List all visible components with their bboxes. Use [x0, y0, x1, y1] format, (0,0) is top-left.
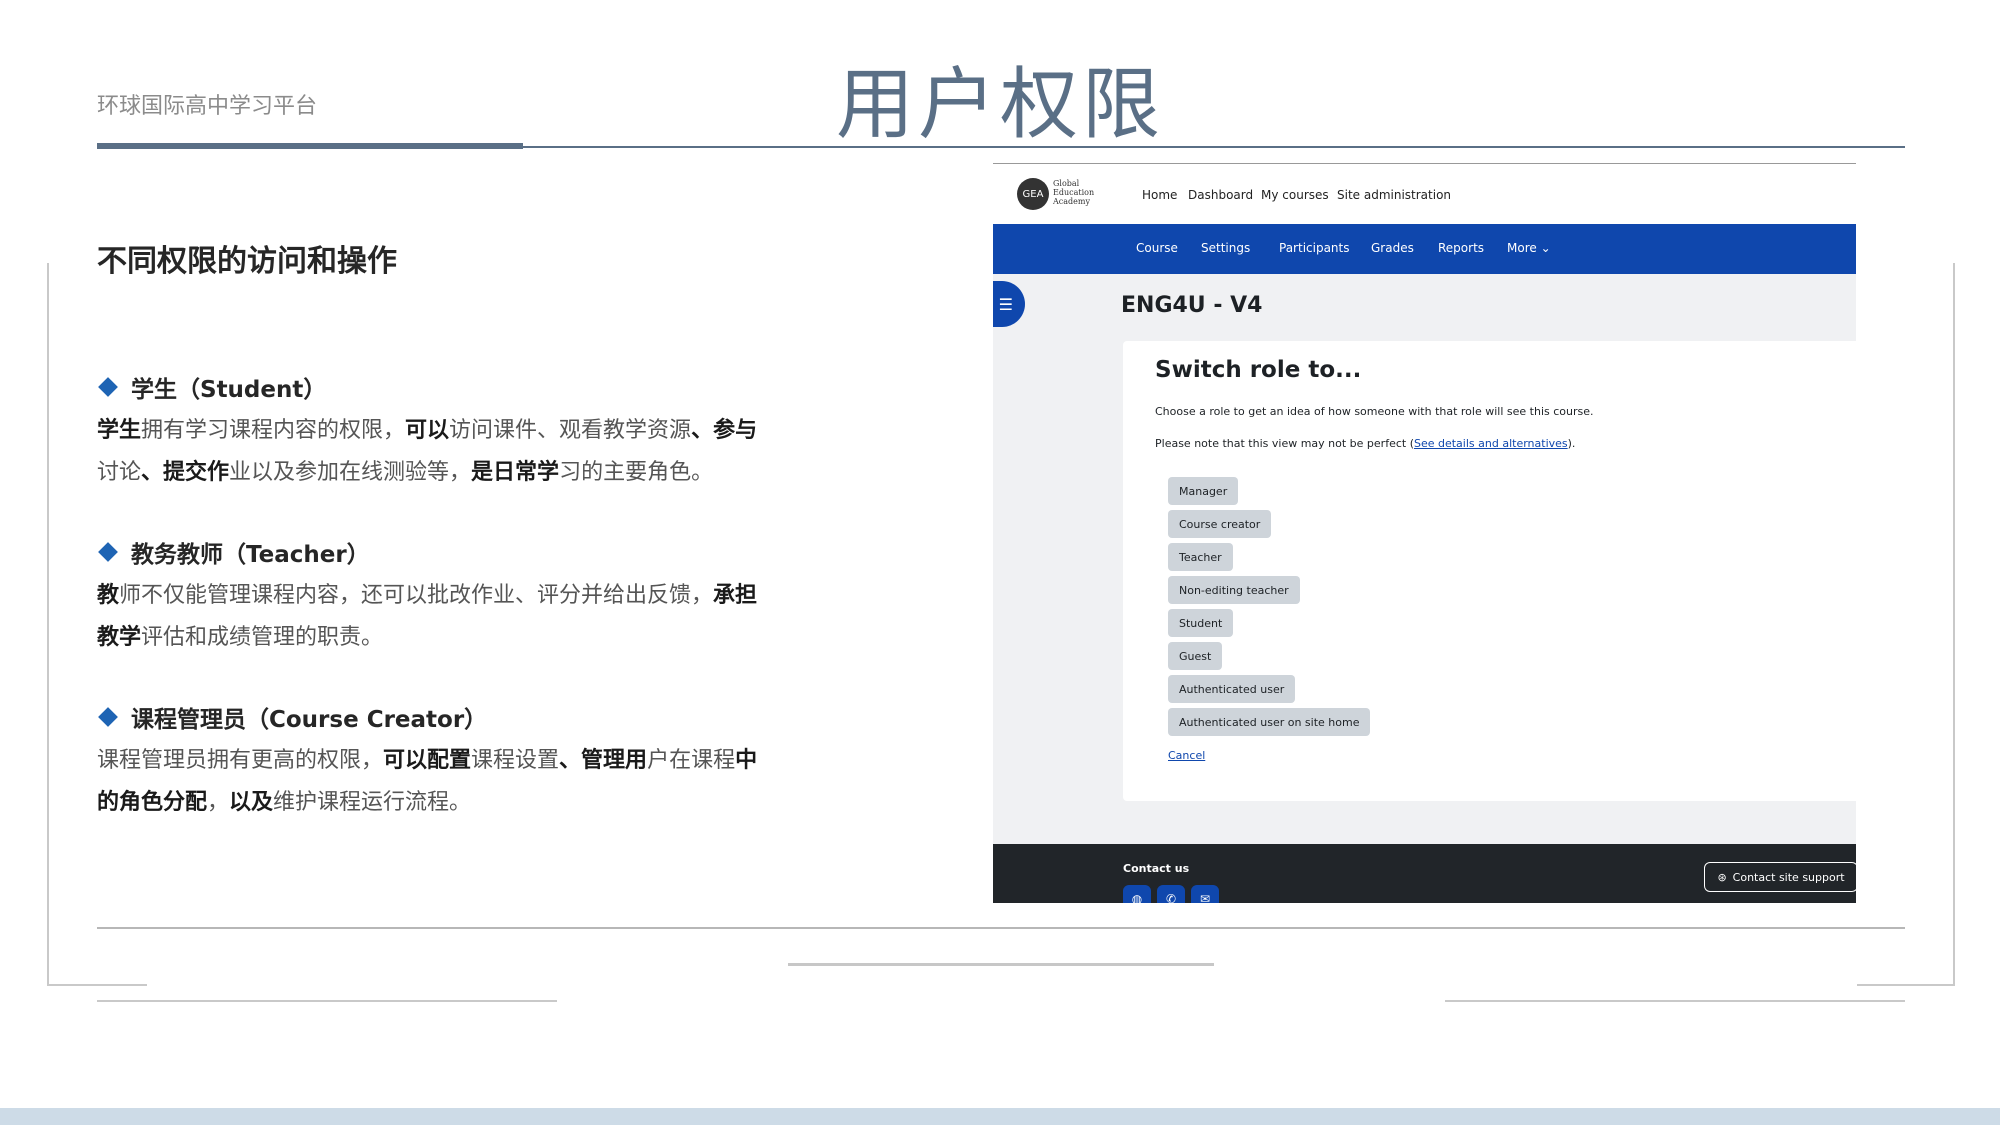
diamond-bullet-icon: [98, 707, 118, 727]
role-button-authenticated-user-site-home[interactable]: Authenticated user on site home: [1168, 708, 1371, 736]
body-text: 课程管理员拥有更高的权限，: [97, 748, 384, 773]
card-note-prefix: Please note that this view may not be pe…: [1155, 437, 1414, 450]
nav-dashboard[interactable]: Dashboard: [1188, 188, 1253, 202]
nav-site-administration[interactable]: Site administration: [1337, 188, 1451, 202]
see-details-link[interactable]: See details and alternatives: [1414, 437, 1568, 450]
body-text: 访问课件、观看教学资源: [449, 418, 692, 443]
diamond-bullet-icon: [98, 377, 118, 397]
body-text: 户在课程: [647, 748, 736, 773]
emphasis-text: 学生: [97, 418, 142, 443]
nav-my-courses[interactable]: My courses: [1261, 188, 1329, 202]
card-title: Switch role to...: [1155, 357, 1362, 383]
card-note: Please note that this view may not be pe…: [1155, 437, 1575, 450]
tab-more-label: More: [1507, 241, 1537, 255]
course-secondary-nav: Course Settings Participants Grades Repo…: [993, 224, 1856, 274]
role-description: 课程管理员拥有更高的权限，可以配置课程设置、管理用户在课程中的角色分配，以及维护…: [97, 740, 777, 824]
contact-us-label: Contact us: [1123, 862, 1190, 875]
role-block-teacher: 教务教师（Teacher） 教师不仅能管理课程内容，还可以批改作业、评分并给出反…: [97, 535, 777, 659]
moodle-screenshot: GEA Global Education Academy Home Dashbo…: [993, 163, 1856, 903]
emphasis-text: 可以: [405, 418, 450, 443]
tab-grades[interactable]: Grades: [1371, 241, 1414, 255]
chevron-down-icon: ⌄: [1540, 241, 1551, 255]
emphasis-text: 是日常学: [471, 460, 560, 485]
top-navbar: GEA Global Education Academy Home Dashbo…: [993, 164, 1856, 223]
body-text: 拥有学习课程内容的权限，: [141, 418, 406, 443]
role-button-authenticated-user[interactable]: Authenticated user: [1168, 675, 1296, 703]
course-title: ENG4U - V4: [1121, 293, 1263, 318]
emphasis-text: 可以配置: [383, 748, 472, 773]
emphasis-text: 、管理用: [559, 748, 648, 773]
emphasis-text: 、提交作: [141, 460, 230, 485]
nav-home[interactable]: Home: [1142, 188, 1177, 202]
frame-left-line: [47, 263, 49, 985]
body-text: 评估和成绩管理的职责。: [141, 625, 384, 650]
bottom-right-divider: [1445, 1000, 1905, 1002]
frame-bottom-right-line: [1857, 984, 1955, 986]
site-footer: Contact us ◍ ✆ ✉ ⊛ Contact site support: [993, 844, 1856, 903]
body-text: 业以及参加在线测验等，: [229, 460, 472, 485]
switch-role-card: Switch role to... Choose a role to get a…: [1123, 341, 1856, 801]
bottom-divider: [97, 927, 1905, 929]
diamond-bullet-icon: [98, 542, 118, 562]
contact-site-support-button[interactable]: ⊛ Contact site support: [1704, 862, 1856, 892]
bottom-band: [0, 1108, 2000, 1125]
center-divider: [788, 963, 1214, 966]
lifebuoy-icon: ⊛: [1717, 870, 1727, 884]
frame-right-line: [1953, 263, 1955, 985]
tab-more[interactable]: More ⌄: [1507, 241, 1551, 255]
role-block-course-creator: 课程管理员（Course Creator） 课程管理员拥有更高的权限，可以配置课…: [97, 700, 777, 824]
role-heading: 教务教师（Teacher）: [131, 542, 370, 568]
academy-logo-text: Global Education Academy: [1053, 179, 1095, 206]
emphasis-text: 、参与: [691, 418, 758, 443]
title-divider-accent: [97, 143, 523, 149]
role-button-manager[interactable]: Manager: [1168, 477, 1239, 505]
role-block-student: 学生（Student） 学生拥有学习课程内容的权限，可以访问课件、观看教学资源、…: [97, 370, 777, 494]
body-text: 维护课程运行流程。: [273, 790, 472, 815]
role-description: 教师不仅能管理课程内容，还可以批改作业、评分并给出反馈，承担教学评估和成绩管理的…: [97, 575, 777, 659]
role-description: 学生拥有学习课程内容的权限，可以访问课件、观看教学资源、参与讨论、提交作业以及参…: [97, 410, 777, 494]
role-heading: 课程管理员（Course Creator）: [131, 707, 488, 733]
mail-icon[interactable]: ✉: [1191, 885, 1219, 903]
role-button-course-creator[interactable]: Course creator: [1168, 510, 1272, 538]
frame-bottom-left-line: [47, 984, 147, 986]
role-button-non-editing-teacher[interactable]: Non-editing teacher: [1168, 576, 1300, 604]
globe-icon[interactable]: ◍: [1123, 885, 1151, 903]
body-text: 课程设置: [471, 748, 560, 773]
list-icon: ☰: [998, 294, 1013, 314]
section-heading: 不同权限的访问和操作: [97, 244, 397, 279]
tab-settings[interactable]: Settings: [1201, 241, 1250, 255]
emphasis-text: 以及: [229, 790, 274, 815]
body-text: ，: [207, 790, 230, 815]
support-button-label: Contact site support: [1732, 870, 1845, 884]
body-text: 师不仅能管理课程内容，还可以批改作业、评分并给出反馈，: [119, 583, 714, 608]
slide-title: 用户权限: [835, 60, 1164, 150]
phone-icon[interactable]: ✆: [1157, 885, 1185, 903]
cancel-link[interactable]: Cancel: [1168, 749, 1205, 762]
role-button-guest[interactable]: Guest: [1168, 642, 1223, 670]
tab-course[interactable]: Course: [1136, 241, 1178, 255]
body-text: 习的主要角色。: [559, 460, 714, 485]
role-button-teacher[interactable]: Teacher: [1168, 543, 1233, 571]
card-intro: Choose a role to get an idea of how some…: [1155, 405, 1594, 418]
role-button-student[interactable]: Student: [1168, 609, 1234, 637]
card-note-suffix: ).: [1567, 437, 1576, 450]
tab-reports[interactable]: Reports: [1438, 241, 1484, 255]
emphasis-text: 教: [97, 583, 120, 608]
body-text: 讨论: [97, 460, 142, 485]
role-heading: 学生（Student）: [131, 377, 327, 403]
academy-logo-icon[interactable]: GEA: [1017, 178, 1049, 210]
bottom-left-divider: [97, 1000, 557, 1002]
tab-participants[interactable]: Participants: [1279, 241, 1350, 255]
